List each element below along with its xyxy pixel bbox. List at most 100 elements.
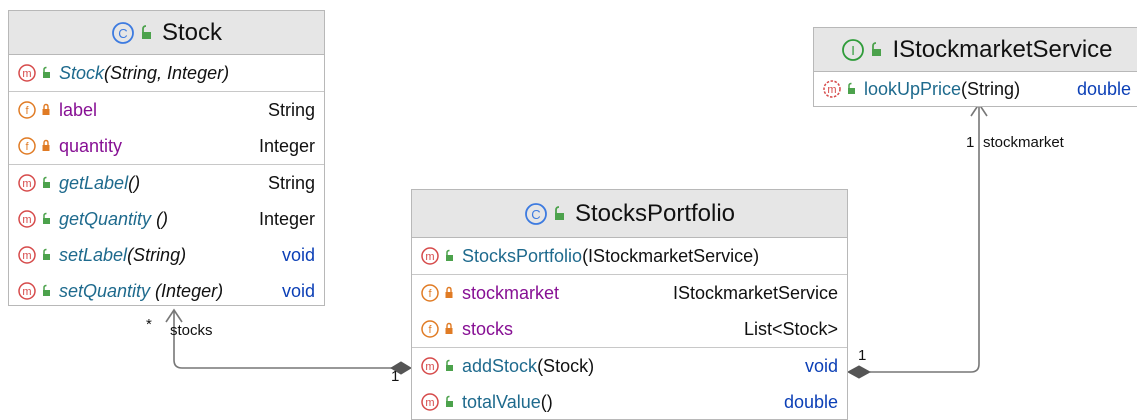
field-icon: f: [18, 137, 36, 155]
svg-text:m: m: [22, 178, 31, 190]
stock-method-setquantity-type: void: [281, 280, 315, 301]
public-icon: [43, 66, 50, 78]
portfolio-method-totalvalue-type: double: [783, 391, 838, 412]
stock-field-label-type: String: [267, 99, 315, 120]
class-icon: C: [525, 202, 547, 225]
public-icon: [43, 176, 50, 188]
stocks-role-label: stocks: [170, 322, 213, 339]
portfolio-method-totalvalue-params: (): [540, 391, 553, 412]
field-icon: f: [421, 320, 439, 338]
portfolio-method-addstock-name: addStock: [462, 355, 538, 376]
class-stocksportfolio[interactable]: C StocksPortfolio m StocksPortfolio(ISto…: [411, 189, 848, 420]
stock-method-setlabel-type: void: [281, 244, 315, 265]
stockmarket-composition-diamond: [846, 365, 872, 379]
class-icon: C: [112, 21, 134, 44]
service-method-lookupprice-row[interactable]: m lookUpPrice(String) double: [814, 72, 1137, 106]
svg-text:m: m: [22, 68, 31, 80]
svg-text:C: C: [531, 207, 540, 222]
field-icon: f: [18, 101, 36, 119]
public-icon: [872, 41, 882, 56]
portfolio-method-addstock-row[interactable]: m addStock(Stock) void: [412, 348, 847, 384]
stock-method-setquantity-row[interactable]: m setQuantity (Integer) void: [9, 273, 324, 309]
svg-text:f: f: [25, 105, 29, 117]
public-icon: [446, 395, 453, 407]
stockmarket-source-multiplicity: 1: [858, 347, 867, 364]
svg-text:I: I: [852, 43, 856, 58]
private-lock-icon: [42, 139, 50, 151]
public-icon: [43, 248, 50, 260]
portfolio-field-stocks-type: List<Stock>: [743, 318, 838, 339]
portfolio-constructor-params: (IStockmarketService): [582, 245, 760, 266]
stocks-target-multiplicity: 1: [391, 368, 400, 385]
public-icon: [446, 359, 453, 371]
method-icon: m: [421, 393, 439, 411]
field-icon: f: [421, 284, 439, 302]
method-icon: m: [18, 174, 36, 192]
method-icon: m: [421, 247, 439, 265]
portfolio-field-stockmarket-type: IStockmarketService: [672, 282, 838, 303]
stock-constructor-name: Stock: [59, 62, 105, 83]
class-stocksportfolio-header[interactable]: C StocksPortfolio: [412, 190, 847, 238]
public-icon: [43, 212, 50, 224]
stock-method-getquantity-name: getQuantity: [59, 208, 152, 229]
stock-method-getlabel-name: getLabel: [59, 172, 129, 193]
stock-method-setlabel-row[interactable]: m setLabel(String) void: [9, 237, 324, 273]
class-stock-header[interactable]: C Stock: [9, 11, 324, 55]
svg-text:f: f: [25, 141, 29, 153]
svg-text:m: m: [425, 251, 434, 263]
interface-istockmarketservice-header[interactable]: I IStockmarketService: [814, 28, 1137, 72]
class-stock[interactable]: C Stock m Stock(String, Integer) f label…: [8, 10, 325, 306]
stock-constructor-params: (String, Integer): [104, 62, 230, 83]
stock-field-quantity-row[interactable]: f quantity Integer: [9, 128, 324, 164]
public-icon: [554, 205, 564, 220]
stock-method-getquantity-type: Integer: [258, 208, 315, 229]
method-icon: m: [18, 64, 36, 82]
portfolio-method-totalvalue-name: totalValue: [462, 391, 541, 412]
interface-istockmarketservice[interactable]: I IStockmarketService m lookUpPrice(Stri…: [813, 27, 1137, 107]
abstract-method-icon: m: [823, 80, 841, 98]
portfolio-constructor-row[interactable]: m StocksPortfolio(IStockmarketService): [412, 238, 847, 274]
stock-constructor-row[interactable]: m Stock(String, Integer): [9, 55, 324, 91]
svg-text:m: m: [425, 361, 434, 373]
public-icon: [446, 249, 453, 261]
method-icon: m: [18, 210, 36, 228]
svg-text:f: f: [428, 324, 432, 336]
stock-field-quantity-type: Integer: [258, 135, 315, 156]
stock-method-getlabel-type: String: [267, 172, 315, 193]
svg-text:m: m: [827, 84, 836, 96]
svg-text:m: m: [22, 286, 31, 298]
stocks-association-line: [173, 310, 399, 369]
svg-text:f: f: [428, 288, 432, 300]
stock-method-getlabel-row[interactable]: m getLabel() String: [9, 165, 324, 201]
service-method-lookupprice-params: (String): [961, 78, 1021, 99]
stockmarket-target-multiplicity: 1: [966, 134, 975, 151]
portfolio-field-stocks-row[interactable]: f stocks List<Stock>: [412, 311, 847, 347]
public-icon: [43, 284, 50, 296]
stock-method-getquantity-row[interactable]: m getQuantity () Integer: [9, 201, 324, 237]
svg-text:C: C: [118, 26, 127, 41]
portfolio-field-stockmarket-row[interactable]: f stockmarket IStockmarketService: [412, 275, 847, 311]
stock-method-setquantity-params: (Integer): [150, 280, 224, 301]
private-lock-icon: [42, 103, 50, 115]
private-lock-icon: [445, 322, 453, 334]
class-name-stocksportfolio: StocksPortfolio: [574, 199, 736, 227]
stock-field-quantity-name: quantity: [59, 135, 123, 156]
svg-text:m: m: [425, 397, 434, 409]
stock-field-label-row[interactable]: f label String: [9, 92, 324, 128]
svg-text:m: m: [22, 214, 31, 226]
stocks-source-multiplicity: *: [146, 316, 152, 333]
stockmarket-role-label: stockmarket: [983, 134, 1064, 151]
stockmarket-association-line: [870, 104, 980, 373]
public-icon: [141, 24, 151, 39]
stock-method-setlabel-name: setLabel: [59, 244, 128, 265]
stock-method-getlabel-params: (): [128, 172, 141, 193]
svg-text:m: m: [22, 250, 31, 262]
portfolio-method-totalvalue-row[interactable]: m totalValue() double: [412, 384, 847, 420]
interface-icon: I: [842, 38, 865, 61]
service-method-lookupprice-name: lookUpPrice: [864, 78, 962, 99]
private-lock-icon: [445, 286, 453, 298]
service-method-lookupprice-type: double: [1076, 78, 1131, 99]
class-name-stock: Stock: [161, 18, 223, 46]
portfolio-field-stockmarket-name: stockmarket: [462, 282, 560, 303]
method-icon: m: [421, 357, 439, 375]
